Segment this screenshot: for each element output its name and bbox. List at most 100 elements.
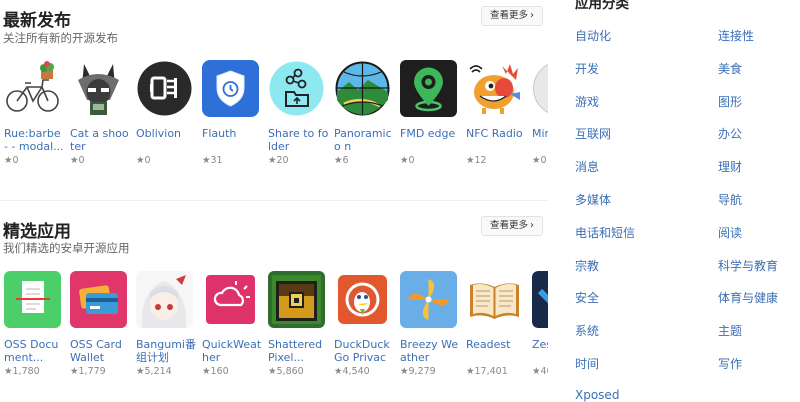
app-name: QuickWeather	[202, 338, 262, 364]
category-link[interactable]: 连接性	[718, 27, 754, 44]
share-folder-icon	[268, 60, 325, 117]
app-stars: ★12	[466, 155, 487, 166]
app-name: Oblivion	[136, 127, 182, 140]
app-stars: ★4,540	[334, 366, 370, 377]
chevron-right-icon: ›	[530, 10, 534, 21]
app-card[interactable]: OSS Card Wallet ★1,779	[66, 271, 132, 377]
app-stars: ★0	[136, 155, 151, 166]
main-content: 最新发布 关注所有新的开源发布 查看更多 › Rue:barbe - - mod…	[0, 0, 548, 402]
category-link[interactable]: 开发	[575, 60, 599, 77]
category-sidebar: 应用分类 自动化开发游戏互联网消息多媒体电话和短信宗教安全系统时间 Xposed 连…	[558, 0, 800, 402]
category-link[interactable]: 互联网	[575, 125, 611, 142]
page: 最新发布 关注所有新的开源发布 查看更多 › Rue:barbe - - mod…	[0, 0, 800, 402]
app-name: Cat a shooter	[70, 127, 129, 153]
category-link[interactable]: 科学与教育	[718, 257, 778, 274]
app-stars: ★0	[70, 155, 85, 166]
category-link[interactable]: 系统	[575, 322, 599, 339]
app-list: OSS Document... ★1,780 OSS Card Wallet ★…	[0, 271, 548, 377]
oblivion-icon	[136, 60, 193, 117]
view-more-button[interactable]: 查看更多 ›	[480, 216, 543, 236]
app-name: Bangumi番组计划	[136, 338, 196, 364]
treasure-chest-icon	[268, 271, 325, 328]
app-stars: ★17,401	[466, 366, 508, 377]
app-name: NFC Radio	[466, 127, 523, 140]
category-link[interactable]: 美食	[718, 60, 742, 77]
app-card[interactable]: Cat a shooter ★0	[66, 60, 132, 166]
app-name: Rue:barbe - - modal...	[4, 127, 64, 153]
app-stars: ★160	[202, 366, 229, 377]
app-card[interactable]: Shattered Pixel... ★5,860	[264, 271, 330, 377]
app-name: FMD edge	[400, 127, 456, 140]
category-link[interactable]: 安全	[575, 289, 599, 306]
section-subtitle: 我们精选的安卓开源应用	[3, 241, 130, 255]
app-card[interactable]: OSS Document... ★1,780	[0, 271, 66, 377]
app-stars: ★5,214	[136, 366, 172, 377]
sidebar-title: 应用分类	[575, 0, 629, 12]
app-stars: ★31	[202, 155, 223, 166]
category-link[interactable]: 消息	[575, 158, 599, 175]
app-card[interactable]: Bangumi番组计划 ★5,214	[132, 271, 198, 377]
app-name: Panoramico n	[334, 127, 392, 153]
category-link[interactable]: 多媒体	[575, 191, 611, 208]
view-more-button[interactable]: 查看更多 ›	[480, 6, 543, 26]
category-link[interactable]: 游戏	[575, 93, 599, 110]
partial-app-icon	[532, 271, 548, 328]
section-divider	[0, 200, 548, 201]
app-list: Rue:barbe - - modal... ★0 Cat a shooter …	[0, 60, 548, 166]
app-card[interactable]: Rue:barbe - - modal... ★0	[0, 60, 66, 166]
partial-app-icon	[532, 60, 548, 117]
view-more-label: 查看更多	[489, 10, 528, 21]
book-icon	[466, 271, 523, 328]
app-card[interactable]: DuckDuckGo Privacy... ★4,540	[330, 271, 396, 377]
category-link[interactable]: Xposed	[575, 388, 619, 402]
section-title: 精选应用	[3, 222, 71, 242]
category-link[interactable]: 主题	[718, 322, 742, 339]
category-link[interactable]: 理财	[718, 158, 742, 175]
app-stars: ★0	[4, 155, 19, 166]
app-card[interactable]: Oblivion ★0	[132, 60, 198, 166]
app-name: Shattered Pixel...	[268, 338, 323, 364]
app-stars: ★1,780	[4, 366, 40, 377]
category-link[interactable]: 导航	[718, 191, 742, 208]
app-stars: ★6	[334, 155, 349, 166]
app-name: Min	[532, 127, 548, 140]
app-name: Readest	[466, 338, 511, 351]
app-card[interactable]: QuickWeather ★160	[198, 271, 264, 377]
app-card[interactable]: Flauth ★31	[198, 60, 264, 166]
app-stars: ★0	[400, 155, 415, 166]
app-name: OSS Card Wallet	[70, 338, 122, 364]
document-scanner-icon	[4, 271, 61, 328]
section-subtitle: 关注所有新的开源发布	[3, 31, 118, 45]
pinwheel-icon	[400, 271, 457, 328]
app-card[interactable]: Readest ★17,401	[462, 271, 528, 377]
app-stars: ★5,860	[268, 366, 304, 377]
category-link[interactable]: 宗教	[575, 257, 599, 274]
category-link[interactable]: 办公	[718, 125, 742, 142]
category-link[interactable]: 自动化	[575, 27, 611, 44]
category-link[interactable]: 写作	[718, 355, 742, 372]
bicycle-icon	[4, 60, 61, 117]
app-name: DuckDuckGo Privacy...	[334, 338, 390, 364]
app-stars: ★40	[532, 366, 548, 377]
app-name: Breezy Weather	[400, 338, 459, 364]
map-pin-icon	[400, 60, 457, 117]
app-card[interactable]: Min ★0	[528, 60, 548, 166]
category-link[interactable]: 时间	[575, 355, 599, 372]
app-card[interactable]: Share to folder ★20	[264, 60, 330, 166]
app-card[interactable]: FMD edge ★0	[396, 60, 462, 166]
app-name: Flauth	[202, 127, 237, 140]
category-link[interactable]: 体育与健康	[718, 289, 778, 306]
category-link[interactable]: 电话和短信	[575, 224, 635, 241]
card-wallet-icon	[70, 271, 127, 328]
app-card[interactable]: Zest ★40	[528, 271, 548, 377]
chevron-right-icon: ›	[530, 220, 534, 231]
app-card[interactable]: Breezy Weather ★9,279	[396, 271, 462, 377]
app-card[interactable]: Panoramico n ★6	[330, 60, 396, 166]
app-card[interactable]: NFC Radio ★12	[462, 60, 528, 166]
globe-landscape-icon	[334, 60, 391, 117]
category-link[interactable]: 阅读	[718, 224, 742, 241]
app-name: OSS Document...	[4, 338, 59, 364]
category-link[interactable]: 图形	[718, 93, 742, 110]
app-name: Share to folder	[268, 127, 329, 153]
cat-shooter-icon	[70, 60, 127, 117]
